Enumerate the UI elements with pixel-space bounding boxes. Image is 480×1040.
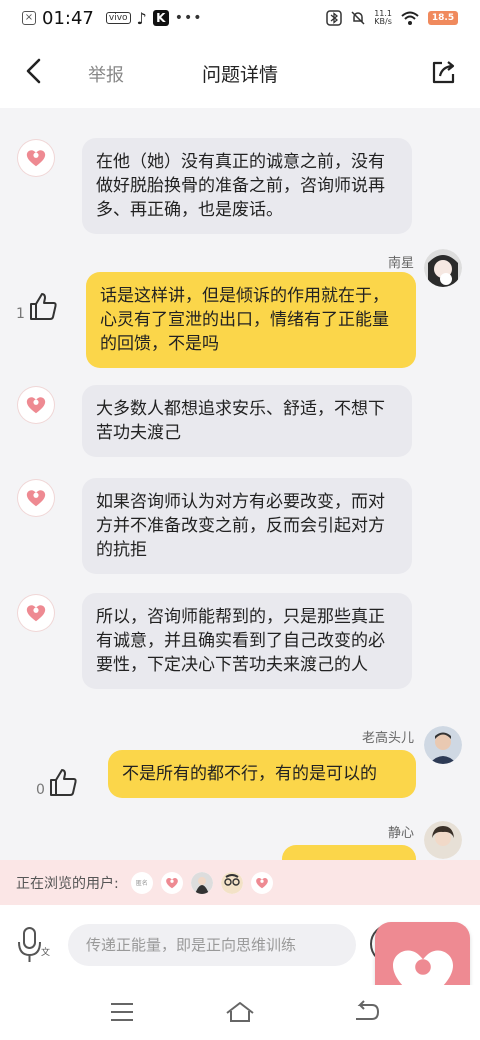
- like-count: 0: [36, 782, 45, 798]
- bluetooth-icon: [326, 10, 342, 26]
- message-input[interactable]: [68, 924, 356, 966]
- share-icon[interactable]: [430, 58, 458, 86]
- avatar[interactable]: [424, 726, 462, 764]
- message-bubble[interactable]: 在他（她）没有真正的诚意之前，没有做好脱胎换骨的准备之前，咨询师说再多、再正确，…: [82, 138, 412, 234]
- like-button[interactable]: 0: [36, 766, 79, 798]
- home-icon[interactable]: [224, 999, 256, 1025]
- cartoon-face-icon: [220, 871, 243, 894]
- message-bubble[interactable]: 话是这样讲，但是倾诉的作用就在于，心灵有了宣泄的出口，情绪有了正能量的回馈，不是…: [86, 272, 416, 368]
- like-button[interactable]: 1: [16, 290, 59, 322]
- notification-close-icon: ×: [22, 11, 36, 25]
- list-item: 大多数人都想追求安乐、舒适，不想下苦功夫渡己: [0, 377, 480, 467]
- back-nav-icon[interactable]: [352, 999, 380, 1025]
- message-bubble[interactable]: 不是所有的都不行，有的是可以的: [108, 750, 416, 798]
- message-bubble[interactable]: 如果咨询师认为对方有必要改变，而对方并不准备改变之前，反而会引起对方的抗拒: [82, 478, 412, 574]
- avatar[interactable]: [190, 871, 213, 894]
- microphone-icon[interactable]: 文: [16, 925, 52, 965]
- vivo-app-icon: vivo: [105, 12, 131, 24]
- menu-icon[interactable]: [108, 999, 136, 1025]
- list-item: 南星 1 话是这样讲，但是倾诉的作用就在于，心灵有了宣泄的出口，情绪有了正能量的…: [0, 244, 480, 374]
- message-bubble[interactable]: 所以，咨询师能帮到的，只是那些真正有诚意，并且确实看到了自己改变的必要性，下定决…: [82, 593, 412, 689]
- thumbs-up-icon: [29, 293, 57, 320]
- battery-indicator: 18.5: [428, 11, 458, 25]
- heart-logo-icon: [255, 877, 268, 888]
- browsing-label: 正在浏览的用户:: [16, 875, 119, 892]
- top-nav-bar: 举报 问题详情: [0, 36, 480, 108]
- heart-avatar[interactable]: [18, 595, 54, 631]
- svg-text:文: 文: [41, 946, 50, 958]
- network-speed: 11.1 KB/s: [374, 9, 392, 26]
- browsing-avatars: 匿名: [130, 871, 273, 894]
- tiktok-icon: ♪: [136, 8, 147, 28]
- heart-avatar[interactable]: [18, 480, 54, 516]
- heart-avatar[interactable]: [18, 140, 54, 176]
- list-item: 老高头儿 0 不是所有的都不行，有的是可以的: [0, 722, 480, 812]
- avatar[interactable]: [250, 871, 273, 894]
- heart-logo-icon: [26, 397, 46, 414]
- list-item: 如果咨询师认为对方有必要改变，而对方并不准备改变之前，反而会引起对方的抗拒: [0, 472, 480, 582]
- user-name: 老高头儿: [361, 731, 414, 746]
- list-item: 静心: [0, 817, 480, 860]
- user-name: 南星: [387, 256, 414, 271]
- heart-logo-icon: [26, 150, 46, 167]
- browsing-users-bar: 正在浏览的用户: 匿名: [0, 860, 480, 905]
- heart-logo-icon: [165, 877, 178, 888]
- list-item: 在他（她）没有真正的诚意之前，没有做好脱胎换骨的准备之前，咨询师说再多、再正确，…: [0, 122, 480, 242]
- chat-list[interactable]: 在他（她）没有真正的诚意之前，没有做好脱胎换骨的准备之前，咨询师说再多、再正确，…: [0, 122, 480, 860]
- status-time: 01:47: [42, 7, 94, 29]
- page-title: 问题详情: [201, 64, 278, 86]
- avatar[interactable]: [160, 871, 183, 894]
- anonymous-avatar[interactable]: 匿名: [130, 871, 153, 894]
- status-bar: × 01:47 vivo ♪ K ••• 11.1 KB/s 18.5: [0, 0, 480, 36]
- message-bubble[interactable]: [282, 845, 416, 860]
- heart-logo-icon: [26, 605, 46, 622]
- avatar[interactable]: [424, 249, 462, 287]
- heart-avatar[interactable]: [18, 387, 54, 423]
- wifi-icon: [401, 11, 419, 25]
- k-app-icon: K: [152, 10, 169, 26]
- avatar[interactable]: [220, 871, 243, 894]
- avatar[interactable]: [424, 821, 462, 859]
- system-navigation-bar: [0, 985, 480, 1040]
- list-item: 所以，咨询师能帮到的，只是那些真正有诚意，并且确实看到了自己改变的必要性，下定决…: [0, 587, 480, 717]
- user-name: 静心: [387, 826, 414, 841]
- thumbs-up-icon: [49, 769, 77, 796]
- heart-logo-icon: [26, 490, 46, 507]
- like-count: 1: [16, 306, 25, 322]
- user-photo-icon: [190, 871, 213, 894]
- mute-bell-icon: [351, 11, 365, 25]
- message-bubble[interactable]: 大多数人都想追求安乐、舒适，不想下苦功夫渡己: [82, 385, 412, 457]
- more-notifications-icon: •••: [174, 10, 203, 26]
